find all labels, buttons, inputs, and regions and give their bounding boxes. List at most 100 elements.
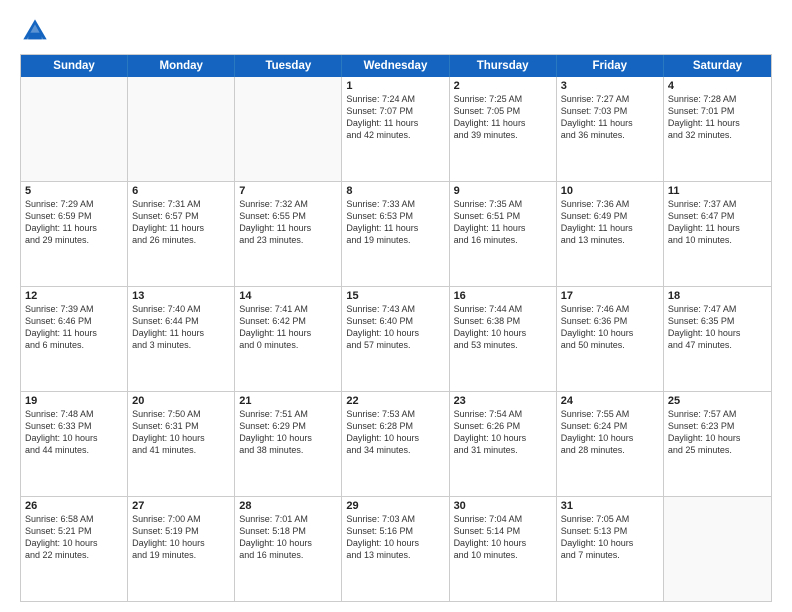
calendar-header-row: SundayMondayTuesdayWednesdayThursdayFrid… bbox=[21, 55, 771, 77]
calendar-cell bbox=[128, 77, 235, 181]
day-info: Sunrise: 7:37 AM Sunset: 6:47 PM Dayligh… bbox=[668, 198, 767, 247]
day-number: 2 bbox=[454, 80, 552, 92]
calendar-cell: 15Sunrise: 7:43 AM Sunset: 6:40 PM Dayli… bbox=[342, 287, 449, 391]
calendar-cell: 16Sunrise: 7:44 AM Sunset: 6:38 PM Dayli… bbox=[450, 287, 557, 391]
day-number: 27 bbox=[132, 500, 230, 512]
day-info: Sunrise: 7:39 AM Sunset: 6:46 PM Dayligh… bbox=[25, 303, 123, 352]
day-number: 8 bbox=[346, 185, 444, 197]
day-info: Sunrise: 7:43 AM Sunset: 6:40 PM Dayligh… bbox=[346, 303, 444, 352]
day-info: Sunrise: 7:55 AM Sunset: 6:24 PM Dayligh… bbox=[561, 408, 659, 457]
calendar-header-cell: Friday bbox=[557, 55, 664, 77]
calendar-cell: 25Sunrise: 7:57 AM Sunset: 6:23 PM Dayli… bbox=[664, 392, 771, 496]
day-number: 24 bbox=[561, 395, 659, 407]
day-number: 31 bbox=[561, 500, 659, 512]
day-info: Sunrise: 6:58 AM Sunset: 5:21 PM Dayligh… bbox=[25, 513, 123, 562]
day-number: 28 bbox=[239, 500, 337, 512]
day-number: 13 bbox=[132, 290, 230, 302]
day-info: Sunrise: 7:54 AM Sunset: 6:26 PM Dayligh… bbox=[454, 408, 552, 457]
day-info: Sunrise: 7:48 AM Sunset: 6:33 PM Dayligh… bbox=[25, 408, 123, 457]
day-info: Sunrise: 7:32 AM Sunset: 6:55 PM Dayligh… bbox=[239, 198, 337, 247]
day-info: Sunrise: 7:47 AM Sunset: 6:35 PM Dayligh… bbox=[668, 303, 767, 352]
calendar-row: 19Sunrise: 7:48 AM Sunset: 6:33 PM Dayli… bbox=[21, 391, 771, 496]
day-number: 19 bbox=[25, 395, 123, 407]
day-info: Sunrise: 7:03 AM Sunset: 5:16 PM Dayligh… bbox=[346, 513, 444, 562]
calendar-cell: 22Sunrise: 7:53 AM Sunset: 6:28 PM Dayli… bbox=[342, 392, 449, 496]
calendar-cell: 27Sunrise: 7:00 AM Sunset: 5:19 PM Dayli… bbox=[128, 497, 235, 601]
calendar-row: 5Sunrise: 7:29 AM Sunset: 6:59 PM Daylig… bbox=[21, 181, 771, 286]
day-info: Sunrise: 7:40 AM Sunset: 6:44 PM Dayligh… bbox=[132, 303, 230, 352]
calendar-cell: 2Sunrise: 7:25 AM Sunset: 7:05 PM Daylig… bbox=[450, 77, 557, 181]
day-info: Sunrise: 7:28 AM Sunset: 7:01 PM Dayligh… bbox=[668, 93, 767, 142]
calendar-cell: 8Sunrise: 7:33 AM Sunset: 6:53 PM Daylig… bbox=[342, 182, 449, 286]
calendar-header-cell: Tuesday bbox=[235, 55, 342, 77]
calendar-header-cell: Sunday bbox=[21, 55, 128, 77]
day-info: Sunrise: 7:33 AM Sunset: 6:53 PM Dayligh… bbox=[346, 198, 444, 247]
calendar-cell: 31Sunrise: 7:05 AM Sunset: 5:13 PM Dayli… bbox=[557, 497, 664, 601]
calendar-cell: 29Sunrise: 7:03 AM Sunset: 5:16 PM Dayli… bbox=[342, 497, 449, 601]
calendar-header-cell: Saturday bbox=[664, 55, 771, 77]
calendar-cell: 11Sunrise: 7:37 AM Sunset: 6:47 PM Dayli… bbox=[664, 182, 771, 286]
calendar-cell: 14Sunrise: 7:41 AM Sunset: 6:42 PM Dayli… bbox=[235, 287, 342, 391]
calendar-header-cell: Monday bbox=[128, 55, 235, 77]
day-number: 7 bbox=[239, 185, 337, 197]
calendar: SundayMondayTuesdayWednesdayThursdayFrid… bbox=[20, 54, 772, 602]
day-number: 17 bbox=[561, 290, 659, 302]
calendar-cell: 5Sunrise: 7:29 AM Sunset: 6:59 PM Daylig… bbox=[21, 182, 128, 286]
calendar-cell: 7Sunrise: 7:32 AM Sunset: 6:55 PM Daylig… bbox=[235, 182, 342, 286]
calendar-cell: 30Sunrise: 7:04 AM Sunset: 5:14 PM Dayli… bbox=[450, 497, 557, 601]
day-info: Sunrise: 7:36 AM Sunset: 6:49 PM Dayligh… bbox=[561, 198, 659, 247]
day-number: 15 bbox=[346, 290, 444, 302]
day-info: Sunrise: 7:31 AM Sunset: 6:57 PM Dayligh… bbox=[132, 198, 230, 247]
day-info: Sunrise: 7:41 AM Sunset: 6:42 PM Dayligh… bbox=[239, 303, 337, 352]
calendar-cell: 12Sunrise: 7:39 AM Sunset: 6:46 PM Dayli… bbox=[21, 287, 128, 391]
day-number: 4 bbox=[668, 80, 767, 92]
day-number: 5 bbox=[25, 185, 123, 197]
day-info: Sunrise: 7:29 AM Sunset: 6:59 PM Dayligh… bbox=[25, 198, 123, 247]
calendar-row: 12Sunrise: 7:39 AM Sunset: 6:46 PM Dayli… bbox=[21, 286, 771, 391]
calendar-cell bbox=[235, 77, 342, 181]
day-info: Sunrise: 7:27 AM Sunset: 7:03 PM Dayligh… bbox=[561, 93, 659, 142]
day-number: 26 bbox=[25, 500, 123, 512]
day-info: Sunrise: 7:01 AM Sunset: 5:18 PM Dayligh… bbox=[239, 513, 337, 562]
calendar-cell: 26Sunrise: 6:58 AM Sunset: 5:21 PM Dayli… bbox=[21, 497, 128, 601]
calendar-row: 1Sunrise: 7:24 AM Sunset: 7:07 PM Daylig… bbox=[21, 77, 771, 181]
calendar-cell: 20Sunrise: 7:50 AM Sunset: 6:31 PM Dayli… bbox=[128, 392, 235, 496]
day-info: Sunrise: 7:44 AM Sunset: 6:38 PM Dayligh… bbox=[454, 303, 552, 352]
logo-icon bbox=[20, 16, 50, 46]
day-info: Sunrise: 7:25 AM Sunset: 7:05 PM Dayligh… bbox=[454, 93, 552, 142]
calendar-cell: 9Sunrise: 7:35 AM Sunset: 6:51 PM Daylig… bbox=[450, 182, 557, 286]
day-number: 11 bbox=[668, 185, 767, 197]
calendar-header-cell: Thursday bbox=[450, 55, 557, 77]
calendar-cell: 21Sunrise: 7:51 AM Sunset: 6:29 PM Dayli… bbox=[235, 392, 342, 496]
day-number: 12 bbox=[25, 290, 123, 302]
day-number: 3 bbox=[561, 80, 659, 92]
day-number: 21 bbox=[239, 395, 337, 407]
day-info: Sunrise: 7:50 AM Sunset: 6:31 PM Dayligh… bbox=[132, 408, 230, 457]
day-number: 23 bbox=[454, 395, 552, 407]
day-number: 14 bbox=[239, 290, 337, 302]
day-number: 1 bbox=[346, 80, 444, 92]
page: SundayMondayTuesdayWednesdayThursdayFrid… bbox=[0, 0, 792, 612]
calendar-cell: 18Sunrise: 7:47 AM Sunset: 6:35 PM Dayli… bbox=[664, 287, 771, 391]
calendar-cell: 4Sunrise: 7:28 AM Sunset: 7:01 PM Daylig… bbox=[664, 77, 771, 181]
day-info: Sunrise: 7:57 AM Sunset: 6:23 PM Dayligh… bbox=[668, 408, 767, 457]
calendar-cell: 6Sunrise: 7:31 AM Sunset: 6:57 PM Daylig… bbox=[128, 182, 235, 286]
day-info: Sunrise: 7:46 AM Sunset: 6:36 PM Dayligh… bbox=[561, 303, 659, 352]
day-number: 16 bbox=[454, 290, 552, 302]
day-number: 25 bbox=[668, 395, 767, 407]
calendar-cell: 23Sunrise: 7:54 AM Sunset: 6:26 PM Dayli… bbox=[450, 392, 557, 496]
day-info: Sunrise: 7:00 AM Sunset: 5:19 PM Dayligh… bbox=[132, 513, 230, 562]
day-info: Sunrise: 7:53 AM Sunset: 6:28 PM Dayligh… bbox=[346, 408, 444, 457]
day-number: 6 bbox=[132, 185, 230, 197]
calendar-cell bbox=[21, 77, 128, 181]
calendar-cell: 24Sunrise: 7:55 AM Sunset: 6:24 PM Dayli… bbox=[557, 392, 664, 496]
calendar-row: 26Sunrise: 6:58 AM Sunset: 5:21 PM Dayli… bbox=[21, 496, 771, 601]
day-number: 30 bbox=[454, 500, 552, 512]
calendar-cell: 10Sunrise: 7:36 AM Sunset: 6:49 PM Dayli… bbox=[557, 182, 664, 286]
logo bbox=[20, 16, 54, 46]
day-number: 9 bbox=[454, 185, 552, 197]
day-number: 10 bbox=[561, 185, 659, 197]
calendar-header-cell: Wednesday bbox=[342, 55, 449, 77]
calendar-body: 1Sunrise: 7:24 AM Sunset: 7:07 PM Daylig… bbox=[21, 77, 771, 601]
day-info: Sunrise: 7:24 AM Sunset: 7:07 PM Dayligh… bbox=[346, 93, 444, 142]
